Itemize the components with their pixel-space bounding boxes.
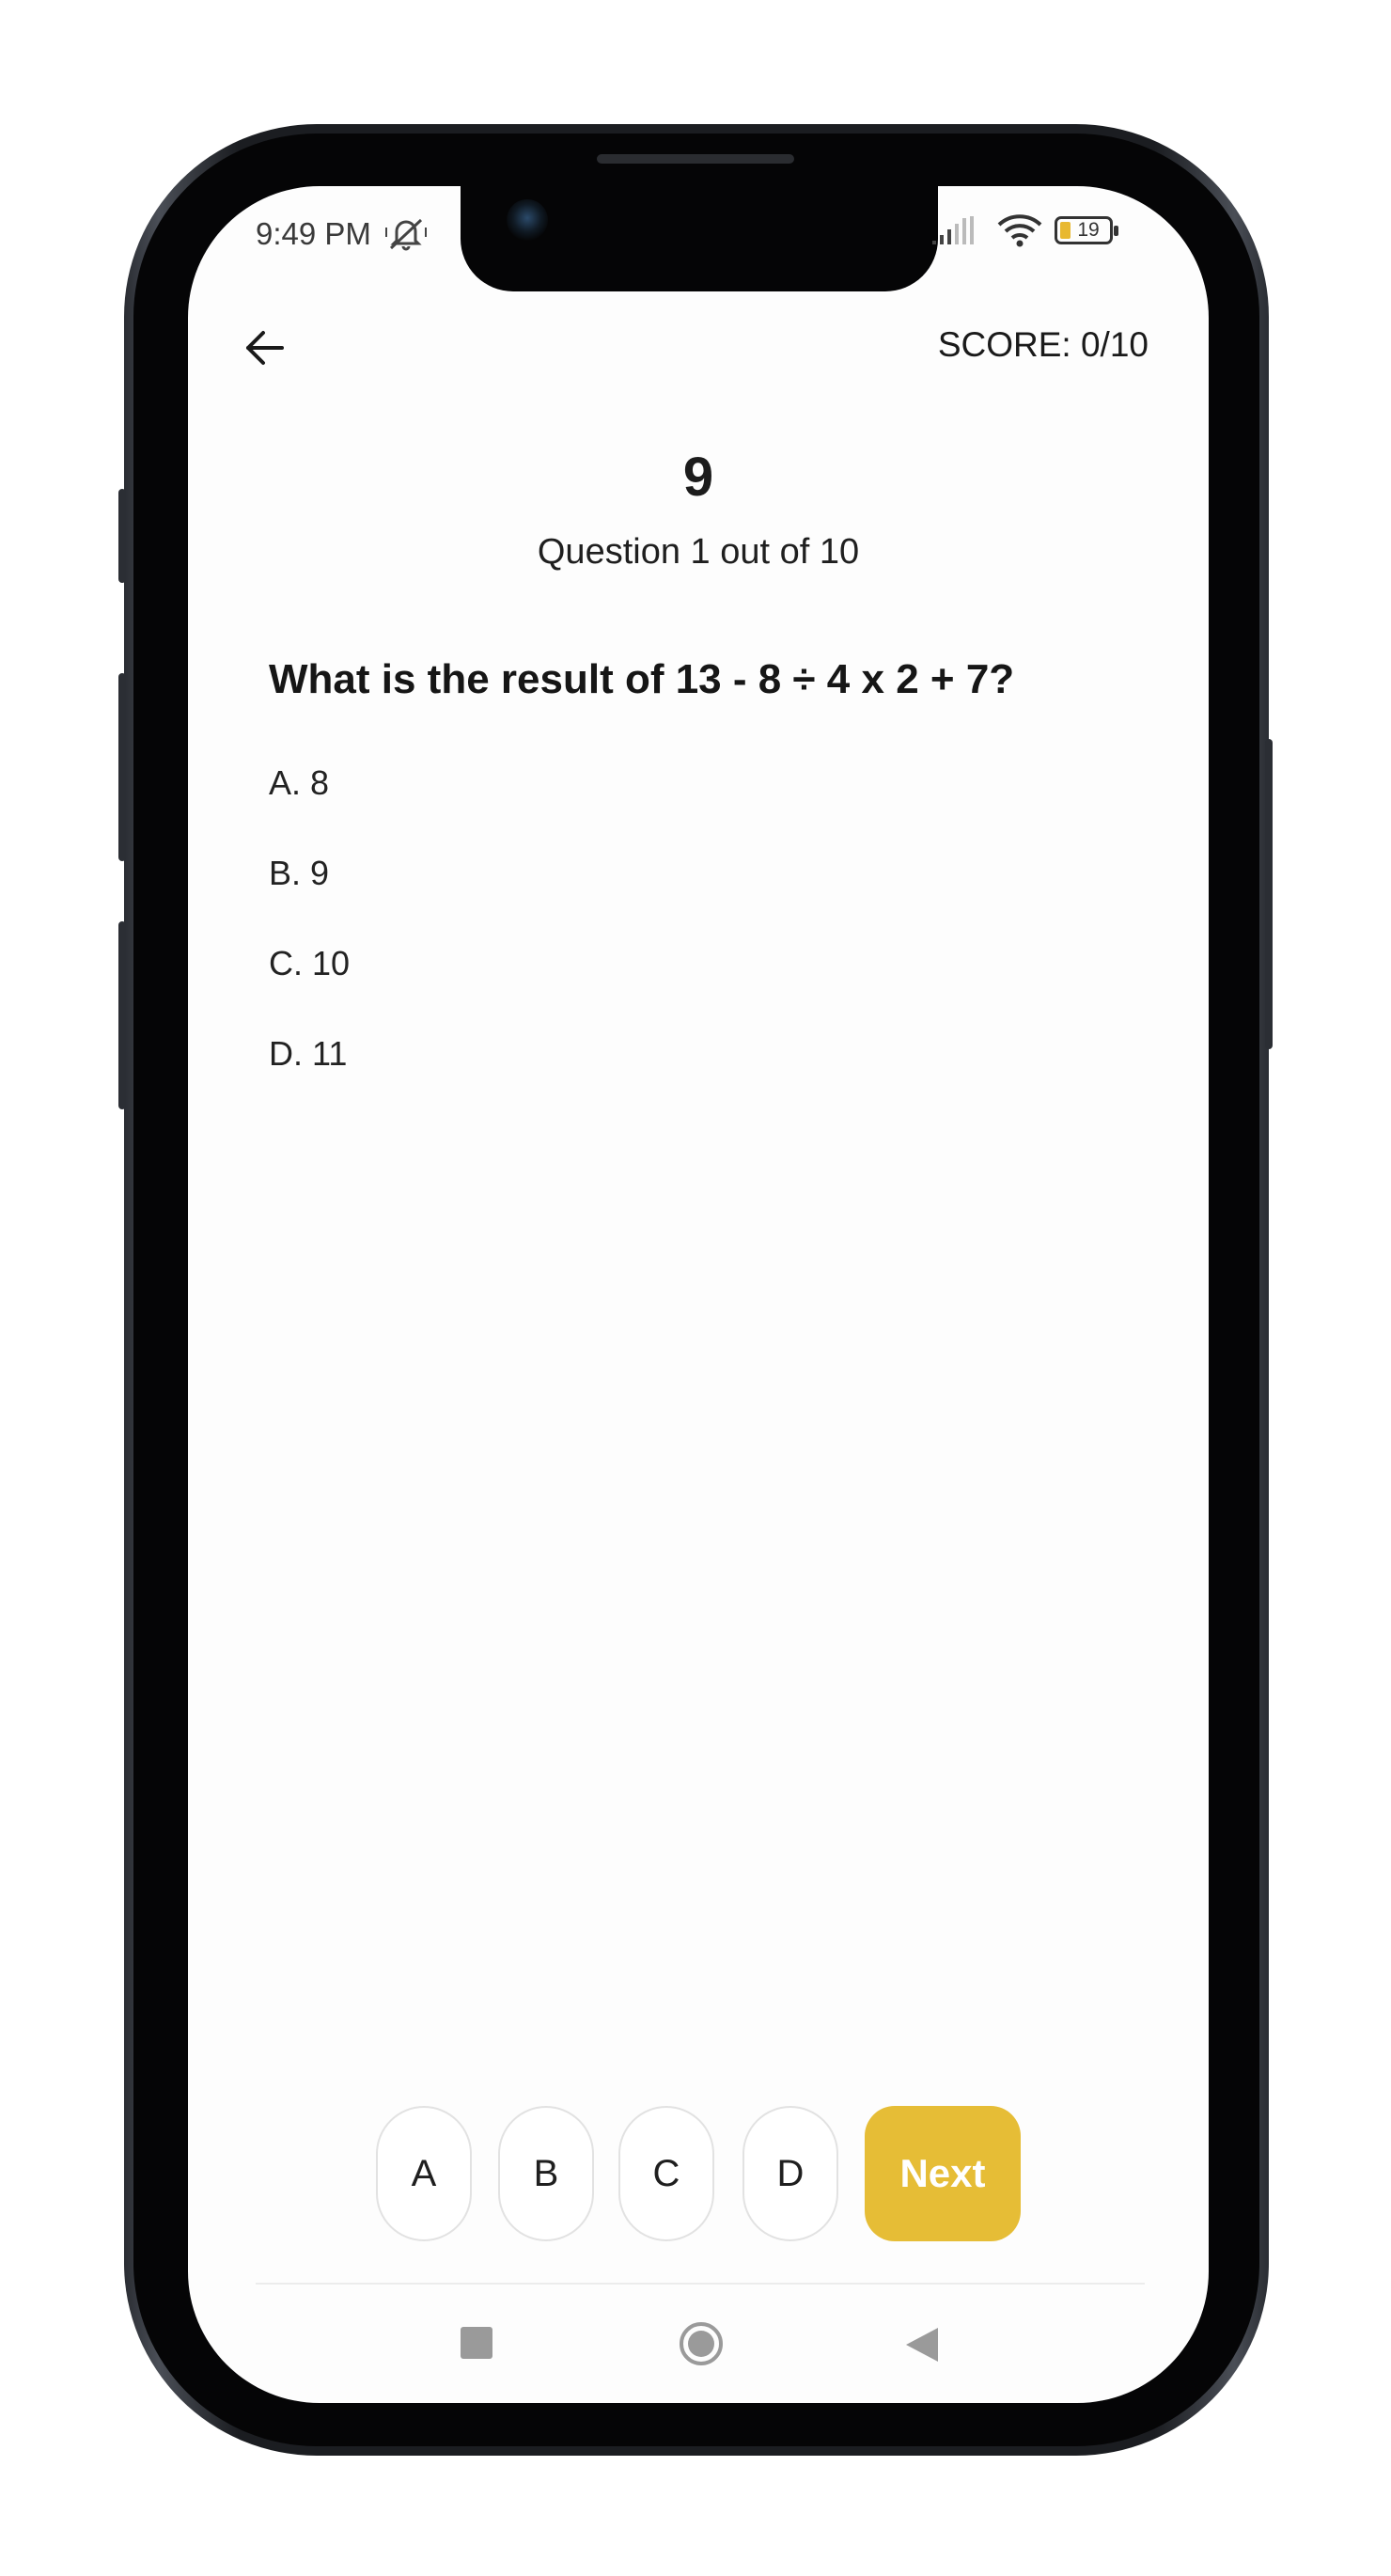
- back-triangle-icon[interactable]: [904, 2326, 940, 2368]
- phone-volume-down: [118, 921, 126, 1109]
- mute-icon: [383, 214, 429, 257]
- wifi-icon: [997, 214, 1042, 247]
- app-screen: [188, 186, 1209, 2403]
- option-d: D. 11: [269, 1034, 348, 1073]
- answer-d-button[interactable]: D: [742, 2106, 838, 2241]
- battery-icon: 19: [1055, 216, 1118, 244]
- phone-mute-switch: [118, 489, 126, 583]
- signal-icon: [932, 216, 974, 244]
- recents-square-icon[interactable]: [461, 2327, 492, 2359]
- countdown-timer: 9: [682, 447, 714, 508]
- speaker-grille: [597, 154, 794, 164]
- option-c: C. 10: [269, 944, 351, 982]
- back-button[interactable]: [241, 323, 289, 372]
- option-a: A. 8: [269, 763, 330, 802]
- phone-volume-up: [118, 673, 126, 861]
- phone-mockup: 9:49 PM 19 SCORE: 0/10 9 Question 1 out …: [0, 0, 1391, 2576]
- score-label: SCORE: 0/10: [937, 325, 1149, 364]
- answer-c-button[interactable]: C: [618, 2106, 714, 2241]
- answer-b-button[interactable]: B: [498, 2106, 594, 2241]
- option-b: B. 9: [269, 854, 330, 892]
- battery-level: 19: [1077, 219, 1100, 241]
- nav-divider: [256, 2283, 1145, 2285]
- phone-power-button: [1265, 739, 1273, 1049]
- home-circle-icon[interactable]: [680, 2322, 723, 2365]
- front-camera: [507, 199, 548, 241]
- answer-a-button[interactable]: A: [376, 2106, 472, 2241]
- next-button[interactable]: Next: [865, 2106, 1021, 2241]
- question-progress: Question 1 out of 10: [537, 532, 860, 572]
- arrow-left-icon: [246, 331, 284, 365]
- status-time: 9:49 PM: [256, 216, 371, 251]
- question-text: What is the result of 13 - 8 ÷ 4 x 2 + 7…: [269, 656, 1015, 702]
- status-icons: 19: [930, 212, 1118, 248]
